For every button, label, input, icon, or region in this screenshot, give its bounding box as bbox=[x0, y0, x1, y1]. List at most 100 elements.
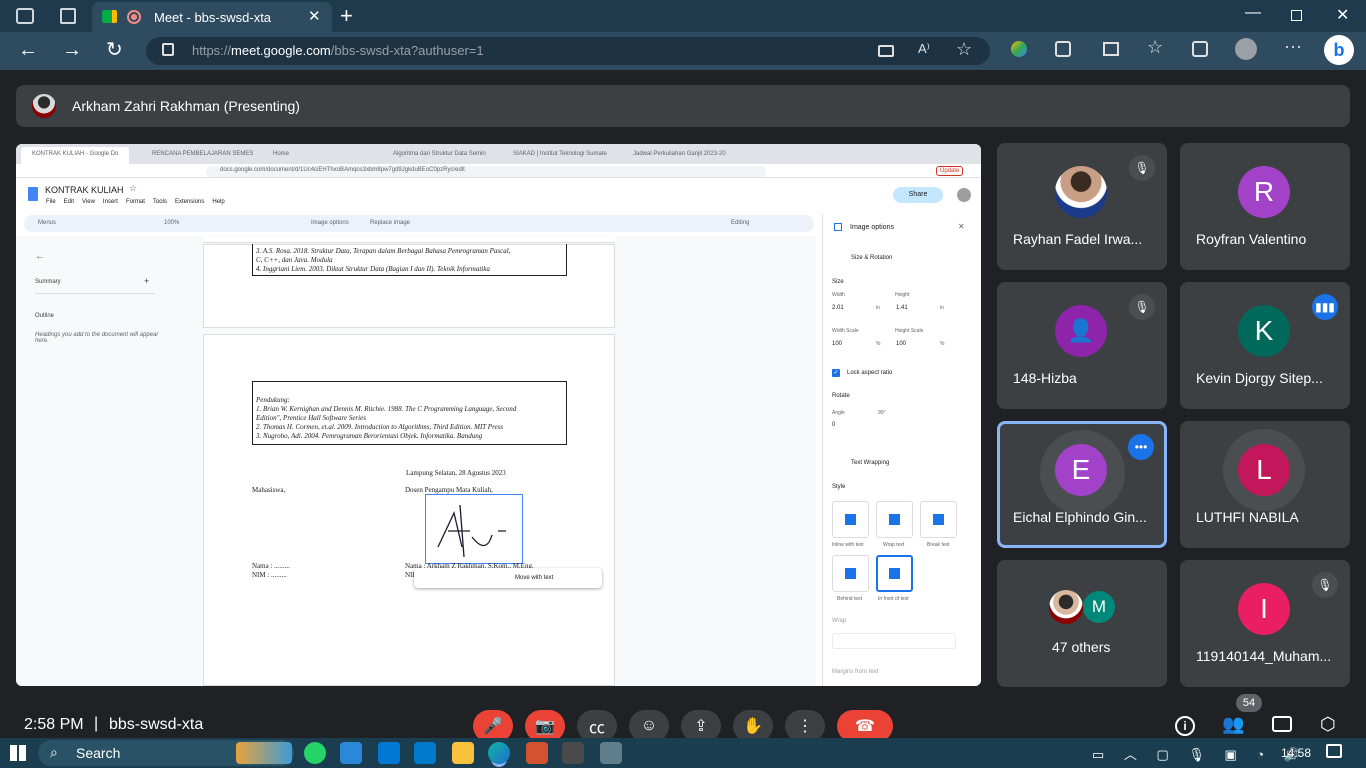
meeting-separator: | bbox=[94, 715, 99, 732]
file-explorer-icon[interactable] bbox=[452, 742, 474, 764]
menu-extensions: Extensions bbox=[174, 199, 205, 205]
lock-icon[interactable] bbox=[162, 43, 174, 56]
chat-icon[interactable] bbox=[1272, 716, 1292, 732]
info-icon[interactable]: i bbox=[1175, 716, 1195, 736]
restore-icon[interactable] bbox=[1291, 10, 1302, 21]
shared-tab: Home bbox=[273, 151, 290, 157]
participant-avatar: R bbox=[1238, 166, 1290, 218]
store-icon[interactable] bbox=[340, 742, 362, 764]
close-window-icon[interactable]: ✕ bbox=[1336, 5, 1349, 25]
vscode-icon[interactable] bbox=[414, 742, 436, 764]
address-bar[interactable]: https://meet.google.com/bbs-swsd-xta?aut… bbox=[146, 37, 990, 65]
menu-tools: Tools bbox=[152, 199, 167, 205]
powerpoint-icon[interactable] bbox=[526, 742, 548, 764]
whatsapp-icon[interactable] bbox=[304, 742, 326, 764]
more-icon[interactable]: ··· bbox=[1284, 36, 1302, 57]
participant-tile[interactable]: I 🎙 119140144_Muham... bbox=[1180, 560, 1350, 687]
break-text-option bbox=[920, 501, 957, 538]
taskbar-clock: 14:58 bbox=[1281, 746, 1312, 760]
ref-line: 3. Nugroho, Adi. 2004. Pemrograman Beror… bbox=[256, 432, 483, 440]
wrap-text-label: Wrap text bbox=[883, 542, 905, 548]
mail-icon[interactable] bbox=[378, 742, 400, 764]
add-summary-icon: + bbox=[144, 276, 150, 286]
notification-icon[interactable] bbox=[1326, 744, 1342, 758]
menu-edit: Edit bbox=[63, 199, 75, 205]
star-icon: ☆ bbox=[129, 183, 138, 193]
collections-icon[interactable] bbox=[1192, 41, 1208, 57]
wrap-inline-label: Inline with text bbox=[832, 542, 864, 548]
close-tab-icon[interactable]: ✕ bbox=[308, 7, 321, 25]
presenter-label: Arkham Zahri Rakhman (Presenting) bbox=[72, 98, 300, 114]
docs-zoom: 100% bbox=[164, 220, 180, 226]
recording-icon bbox=[127, 10, 141, 24]
ref-line: 1. Brian W. Kernighan and Dennis M. Ritc… bbox=[256, 405, 517, 413]
people-icon[interactable]: 👥 bbox=[1222, 714, 1244, 735]
bing-icon[interactable]: b bbox=[1324, 35, 1354, 65]
size-rotation-heading: Size & Rotation bbox=[851, 255, 893, 261]
taskbar-search[interactable]: ⌕ Search bbox=[38, 740, 294, 766]
margins-label: Margins from text bbox=[832, 669, 879, 675]
presenter-bar: Arkham Zahri Rakhman (Presenting) bbox=[16, 85, 1350, 127]
rotate-90-label: 90° bbox=[878, 410, 886, 416]
text-wrapping-heading: Text Wrapping bbox=[851, 460, 890, 466]
new-tab-icon[interactable]: + bbox=[340, 3, 353, 29]
ref-line: C, C++, dan Java. Modula bbox=[256, 256, 333, 264]
wrap-label: Wrap bbox=[832, 618, 847, 624]
participant-tile[interactable]: K ▮▮▮ Kevin Djorgy Sitep... bbox=[1180, 282, 1350, 409]
doc-title: KONTRAK KULIAH bbox=[45, 185, 124, 195]
back-icon[interactable]: ← bbox=[18, 39, 38, 62]
width-label: Width bbox=[832, 292, 845, 298]
height-value: 1.41 bbox=[896, 305, 908, 311]
height-scale-value: 100 bbox=[896, 341, 907, 347]
vpn-icon[interactable] bbox=[1011, 41, 1027, 57]
extensions-icon[interactable] bbox=[1055, 41, 1071, 57]
height-scale-unit: % bbox=[940, 341, 945, 347]
participant-tile[interactable]: 🎙 Rayhan Fadel Irwa... bbox=[997, 143, 1167, 270]
presenter-avatar bbox=[32, 94, 56, 118]
width-scale-label: Width Scale bbox=[832, 328, 859, 334]
reload-icon[interactable]: ↻ bbox=[106, 37, 123, 62]
docs-image-options: Image options bbox=[311, 220, 349, 226]
edge-icon[interactable] bbox=[488, 742, 510, 764]
docs-menu-bar: File Edit View Insert Format Tools Exten… bbox=[46, 199, 225, 205]
app-icon[interactable] bbox=[562, 742, 584, 764]
people-count-badge: 54 bbox=[1236, 694, 1262, 712]
shared-tab: KONTRAK KULIAH - Google Do bbox=[32, 151, 119, 157]
windows-start-icon[interactable] bbox=[10, 745, 26, 761]
student-label: Mahasiswa, bbox=[252, 486, 286, 494]
activities-icon[interactable]: ⬡ bbox=[1320, 714, 1336, 735]
participant-tile[interactable]: 👤 🎙 148-Hizba bbox=[997, 282, 1167, 409]
angle-value: 0 bbox=[832, 422, 836, 428]
add-favorite-icon[interactable]: ☆ bbox=[956, 39, 972, 60]
read-aloud-icon[interactable]: A⁾ bbox=[918, 41, 930, 57]
camera-icon[interactable] bbox=[878, 45, 894, 57]
participant-tile-active[interactable]: E ••• Eichal Elphindo Gin... bbox=[997, 421, 1167, 548]
profile-avatar[interactable] bbox=[1235, 38, 1257, 60]
width-scale-unit: % bbox=[876, 341, 881, 347]
front-text-option bbox=[876, 555, 913, 592]
participant-avatar: I bbox=[1238, 583, 1290, 635]
split-screen-icon[interactable] bbox=[1103, 42, 1119, 56]
others-tile[interactable]: M 47 others bbox=[997, 560, 1167, 687]
mic-off-icon: 🎙 bbox=[1129, 155, 1155, 181]
lock-aspect-label: Lock aspect ratio bbox=[847, 370, 893, 376]
minimize-icon[interactable]: — bbox=[1245, 4, 1261, 22]
docs-logo-icon bbox=[28, 187, 38, 201]
participant-avatar: E bbox=[1055, 444, 1107, 496]
participant-tile[interactable]: L LUTHFI NABILA bbox=[1180, 421, 1350, 548]
participant-photo bbox=[1049, 590, 1083, 624]
width-value: 2.01 bbox=[832, 305, 844, 311]
tab-meet[interactable]: Meet - bbs-swsd-xta ✕ bbox=[92, 2, 332, 32]
forward-icon[interactable]: → bbox=[62, 39, 82, 62]
shared-url: docs.google.com/document/d/1Uc4ciEHThxoB… bbox=[220, 167, 465, 173]
favorites-icon[interactable]: ☆ bbox=[1147, 37, 1163, 58]
behind-text-label: Behind text bbox=[837, 596, 863, 602]
participant-tile[interactable]: R Royfran Valentino bbox=[1180, 143, 1350, 270]
more-options-icon[interactable]: ••• bbox=[1128, 434, 1154, 460]
menu-insert: Insert bbox=[102, 199, 118, 205]
tab-actions-icon[interactable] bbox=[60, 8, 76, 24]
workspaces-icon[interactable] bbox=[16, 8, 34, 24]
remote-desktop-icon[interactable] bbox=[600, 742, 622, 764]
shared-tab: RENCANA PEMBELAJARAN SEMES bbox=[152, 151, 254, 157]
rotate-label: Rotate bbox=[832, 393, 850, 399]
